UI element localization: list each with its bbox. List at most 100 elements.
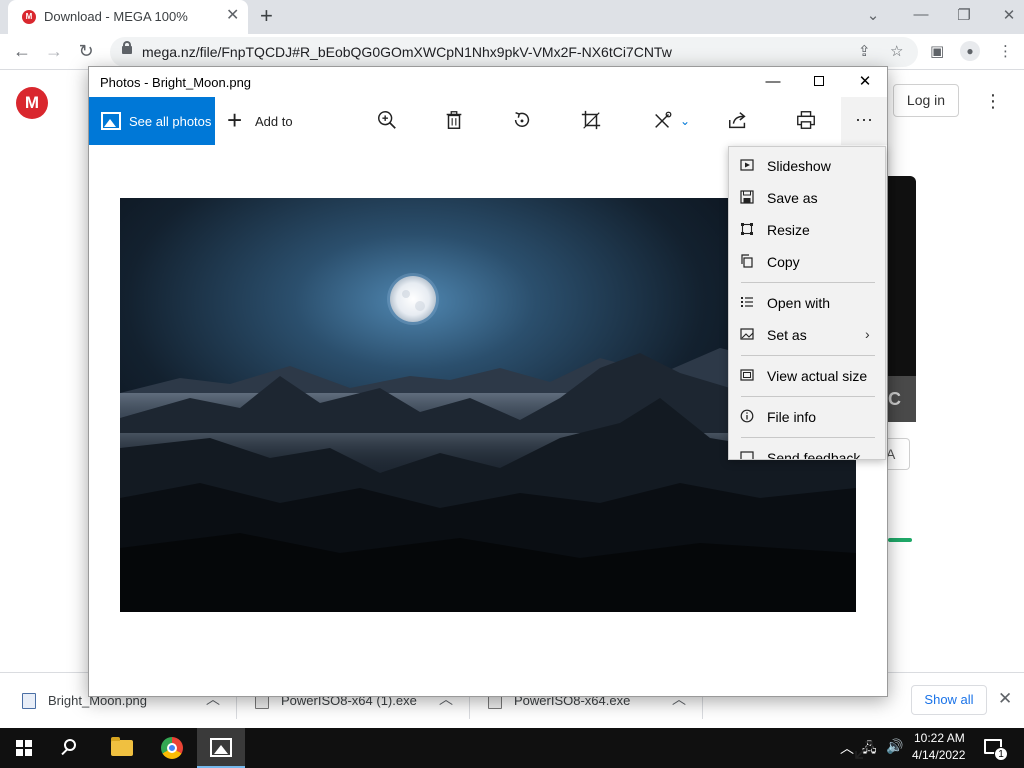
plus-icon: + [227,105,243,135]
search-icon [64,739,76,751]
photos-app-icon [210,738,232,757]
more-options-menu: Slideshow Save as Resize Copy Open with … [728,146,886,460]
save-icon [740,190,754,204]
print-button[interactable] [793,109,819,133]
taskbar-photos[interactable] [197,728,245,768]
show-all-downloads-button[interactable]: Show all [911,685,987,715]
menu-divider [741,355,875,356]
address-bar[interactable]: mega.nz/file/FnpTQCDJ#R_bEobQG0GOmXWCpN1… [110,37,918,67]
menu-divider [741,437,875,438]
menu-item-label: View actual size [767,368,868,384]
edit-draw-icon [655,111,672,128]
menu-item-label: Set as [767,327,807,343]
tab-search-chevron-icon[interactable]: ⌄ [858,6,888,24]
download-progress-bar [888,538,912,542]
zoom-in-button[interactable] [374,109,400,133]
photos-close-button[interactable]: ✕ [842,70,888,94]
chevron-up-icon[interactable]: ︿ [840,738,854,768]
menu-item-resize[interactable]: Resize [729,215,885,245]
copy-icon [741,254,753,268]
chrome-icon [161,737,183,759]
trash-icon [446,111,462,129]
chevron-down-icon[interactable]: ⌄ [672,109,698,133]
delete-button[interactable] [441,109,467,133]
tab-close-icon[interactable]: ✕ [226,8,239,24]
rotate-button[interactable] [509,109,535,133]
menu-item-view-actual-size[interactable]: View actual size [729,361,885,391]
mega-menu-icon[interactable]: ⋮ [984,92,1002,110]
info-icon [740,409,754,423]
panel-action-button[interactable]: A [886,438,910,470]
menu-item-label: Slideshow [767,158,831,174]
restore-button[interactable]: ❐ [949,6,979,24]
see-all-photos-button[interactable]: See all photos [89,97,215,145]
rotate-icon [514,111,530,127]
side-panel-icon[interactable]: ▣ [930,42,944,60]
photos-window-title: Photos - Bright_Moon.png [100,75,252,90]
browser-menu-icon[interactable]: ⋮ [998,42,1013,60]
share-icon [729,112,746,129]
actual-size-icon [740,369,754,381]
windows-logo-icon [16,740,32,756]
clock-date[interactable]: 4/14/2022 [912,748,965,762]
menu-item-label: Send feedback [767,450,861,460]
minimize-button[interactable]: — [906,6,936,23]
clock-time[interactable]: 10:22 AM [914,731,965,745]
notification-count-badge: 1 [994,747,1008,761]
photos-minimize-button[interactable]: — [750,70,796,94]
taskbar-search-button[interactable] [48,728,96,768]
forward-button[interactable]: → [42,41,66,61]
taskbar-chrome[interactable] [148,728,196,768]
slideshow-icon [740,159,754,171]
menu-item-save-as[interactable]: Save as [729,183,885,213]
menu-item-open-with[interactable]: Open with [729,288,885,318]
bookmark-star-icon[interactable]: ☆ [890,42,903,60]
photos-toolbar: See all photos + Add to ⌄ ··· [89,97,887,145]
lock-icon[interactable] [122,41,132,54]
crop-icon [581,110,601,130]
login-button[interactable]: Log in [893,84,959,117]
share-button[interactable] [725,109,751,133]
gallery-icon [101,112,121,130]
chevron-right-icon: › [865,326,870,342]
browser-tabstrip: M Download - MEGA 100% ✕ + ⌄ — ❐ ✕ [0,0,1024,34]
add-to-label: Add to [255,114,293,129]
menu-item-label: Open with [767,295,831,311]
new-tab-button[interactable]: + [260,5,273,27]
photos-maximize-button[interactable] [796,70,842,94]
volume-icon[interactable]: 🔊 [886,738,903,768]
open-with-icon [741,297,753,307]
menu-item-label: File info [767,409,817,425]
taskbar-file-explorer[interactable] [98,728,146,768]
menu-item-slideshow[interactable]: Slideshow [729,151,885,181]
menu-item-copy[interactable]: Copy [729,247,885,277]
menu-divider [741,282,875,283]
folder-icon [111,737,133,756]
profile-avatar[interactable]: ● [960,41,980,61]
url-text[interactable]: mega.nz/file/FnpTQCDJ#R_bEobQG0GOmXWCpN1… [142,44,672,60]
more-options-button[interactable]: ··· [841,97,887,145]
mega-logo[interactable]: M [16,87,48,119]
maximize-icon [814,76,824,86]
share-icon[interactable]: ⇪ [858,42,871,60]
resize-icon [741,223,753,235]
printer-icon [797,111,815,129]
menu-divider [741,396,875,397]
browser-toolbar: ← → ↻ mega.nz/file/FnpTQCDJ#R_bEobQG0GOm… [0,34,1024,70]
start-button[interactable] [0,728,48,768]
set-as-icon [740,328,754,340]
mega-favicon-icon: M [22,10,36,24]
back-button[interactable]: ← [10,41,34,61]
menu-item-file-info[interactable]: File info [729,402,885,432]
crop-button[interactable] [578,109,604,133]
file-type-badge: C [886,376,916,422]
reload-button[interactable]: ↻ [74,41,98,61]
close-shelf-icon[interactable]: ✕ [998,689,1012,709]
expand-fullscreen-icon[interactable] [853,739,875,761]
feedback-icon [740,451,754,459]
menu-item-set-as[interactable]: Set as › [729,320,885,350]
browser-tab-mega[interactable]: M Download - MEGA 100% ✕ [8,0,248,34]
menu-item-send-feedback[interactable]: Send feedback [729,443,885,460]
tab-title: Download - MEGA 100% [44,9,188,24]
close-browser-button[interactable]: ✕ [994,6,1024,24]
